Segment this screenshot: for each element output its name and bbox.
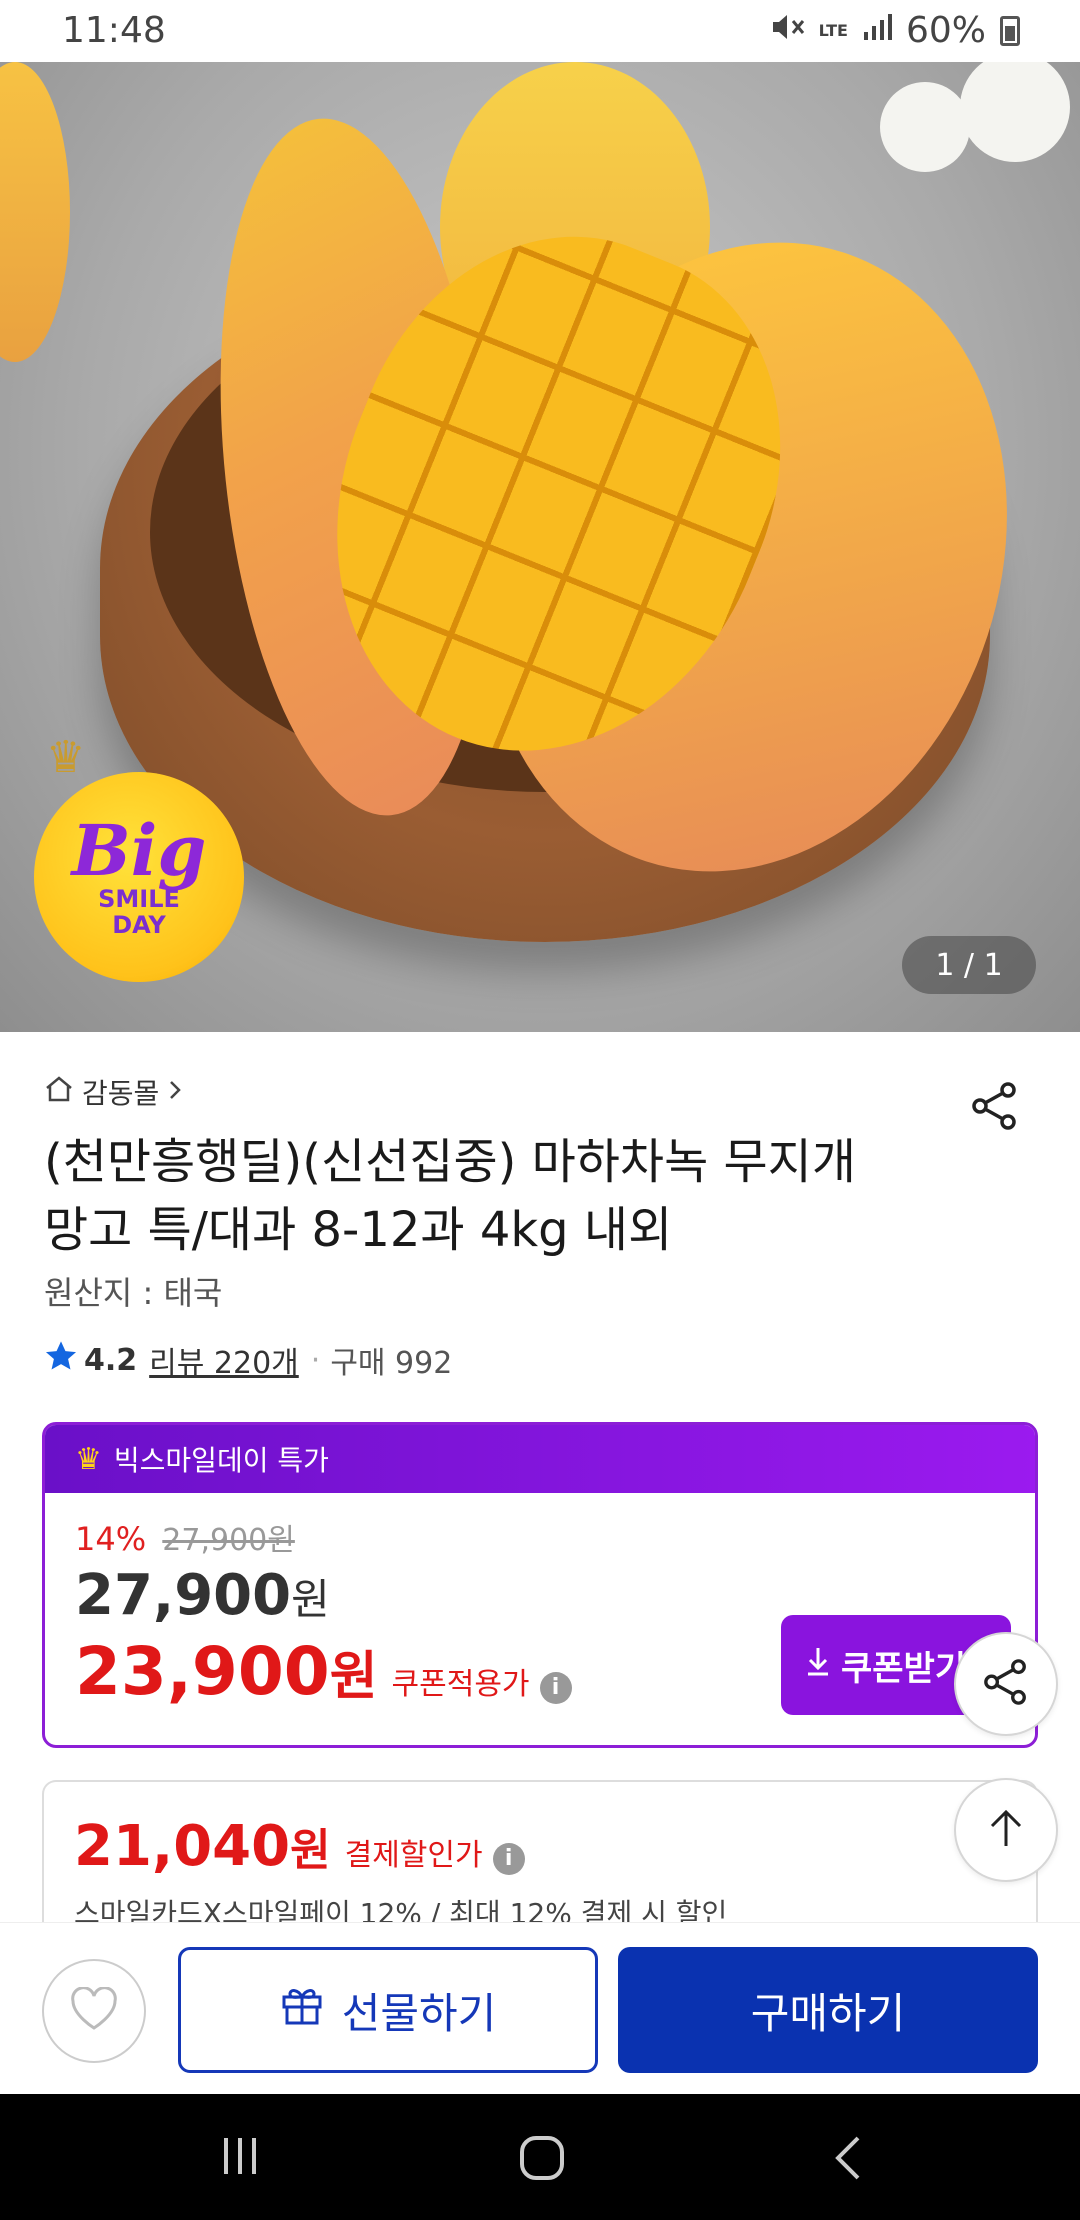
- share-icon: [970, 1082, 1020, 1136]
- coupon-price-unit: 원: [329, 1647, 378, 1707]
- payment-price-unit: 원: [290, 1825, 331, 1876]
- payment-discount-box[interactable]: 21,040 원 결제할인가 i 스마일카드X스마일페이 12% / 최대 12%…: [42, 1780, 1038, 1940]
- share-icon: [982, 1657, 1030, 1711]
- buy-button[interactable]: 구매하기: [618, 1947, 1038, 2073]
- download-icon: [805, 1645, 831, 1685]
- purchase-count: 구매 992: [330, 1346, 453, 1381]
- floating-share-button[interactable]: [954, 1632, 1058, 1736]
- flower-decoration: [960, 62, 1070, 162]
- sale-price-number: 27,900: [75, 1563, 292, 1628]
- badge-day-text: DAY: [112, 911, 166, 939]
- product-title-line2: 망고 특/대과 8-12과 4kg 내외: [44, 1202, 673, 1258]
- coupon-price: 23,900 원 쿠폰적용가 i: [75, 1633, 572, 1710]
- coupon-button-label: 쿠폰받기: [841, 1648, 967, 1689]
- mango-left: [0, 62, 70, 362]
- wishlist-button[interactable]: [42, 1959, 146, 2063]
- gift-button[interactable]: 선물하기: [178, 1947, 598, 2073]
- sale-price: 27,900원: [75, 1563, 330, 1628]
- discount-percent: 14%: [75, 1520, 147, 1558]
- coupon-price-number: 23,900: [75, 1633, 330, 1710]
- scroll-top-button[interactable]: [954, 1778, 1058, 1882]
- big-smile-day-badge: ♛ Big SMILE DAY: [34, 732, 244, 982]
- rating-row: 4.2 리뷰 220개 · 구매 992: [44, 1338, 452, 1382]
- payment-price: 21,040 원 결제할인가 i: [74, 1814, 525, 1879]
- buy-button-label: 구매하기: [750, 1988, 906, 2038]
- promo-box: ♛ 빅스마일데이 특가 14% 27,900원 27,900원 23,900 원 …: [42, 1422, 1038, 1748]
- status-icons: LTE 60%: [771, 10, 1020, 51]
- system-nav-bar: [0, 2094, 1080, 2220]
- gift-icon: [280, 1983, 324, 2037]
- battery-percent: 60%: [905, 10, 986, 51]
- product-info: 감동몰: [44, 1072, 1036, 1130]
- home-icon: [44, 1075, 74, 1110]
- product-title-line1: (천만흥행딜)(신선집중) 마하차녹 무지개: [44, 1134, 856, 1190]
- battery-icon: [1000, 15, 1020, 46]
- review-link[interactable]: 리뷰 220개: [149, 1338, 299, 1382]
- discount-row: 14% 27,900원: [75, 1515, 295, 1559]
- rating-score: 4.2: [84, 1342, 138, 1378]
- arrow-up-icon: [984, 1806, 1028, 1854]
- product-title: (천만흥행딜)(신선집중) 마하차녹 무지개 망고 특/대과 8-12과 4kg…: [44, 1128, 974, 1264]
- info-icon[interactable]: i: [492, 1842, 525, 1875]
- separator-dot: ·: [310, 1342, 321, 1378]
- mute-icon: [771, 10, 805, 51]
- coupon-price-label: 쿠폰적용가: [391, 1667, 530, 1702]
- promo-title: 빅스마일데이 특가: [113, 1444, 329, 1477]
- store-name: 감동몰: [82, 1077, 160, 1110]
- heart-icon: [69, 1986, 119, 2035]
- image-counter: 1 / 1: [902, 936, 1036, 994]
- info-icon[interactable]: i: [539, 1671, 572, 1704]
- store-link[interactable]: 감동몰: [44, 1072, 1036, 1112]
- share-button[interactable]: [970, 1080, 1020, 1136]
- status-bar: 11:48 LTE 60%: [0, 0, 1080, 62]
- payment-price-number: 21,040: [74, 1814, 291, 1879]
- gift-button-label: 선물하기: [341, 1988, 497, 2038]
- network-type: LTE: [818, 20, 848, 40]
- flower-decoration: [880, 82, 970, 172]
- sale-price-unit: 원: [291, 1575, 330, 1624]
- crown-icon: ♛: [46, 732, 86, 783]
- status-time: 11:48: [62, 10, 166, 51]
- star-icon: [44, 1340, 78, 1380]
- badge-smile-text: SMILE: [98, 885, 180, 913]
- product-image[interactable]: ♛ Big SMILE DAY 1 / 1: [0, 62, 1080, 1032]
- back-icon[interactable]: [828, 2134, 868, 2186]
- product-origin: 원산지 : 태국: [44, 1274, 223, 1312]
- promo-header: ♛ 빅스마일데이 특가: [45, 1425, 1035, 1493]
- recent-apps-icon[interactable]: [218, 2134, 262, 2182]
- badge-big-text: Big: [71, 809, 207, 892]
- payment-price-label: 결제할인가: [344, 1838, 483, 1873]
- original-price: 27,900원: [162, 1523, 295, 1558]
- chevron-right-icon: [167, 1076, 183, 1109]
- home-button-icon[interactable]: [518, 2134, 566, 2186]
- signal-icon: [862, 10, 892, 51]
- crown-icon: ♛: [75, 1441, 102, 1477]
- bottom-action-bar: 선물하기 구매하기: [0, 1922, 1080, 2095]
